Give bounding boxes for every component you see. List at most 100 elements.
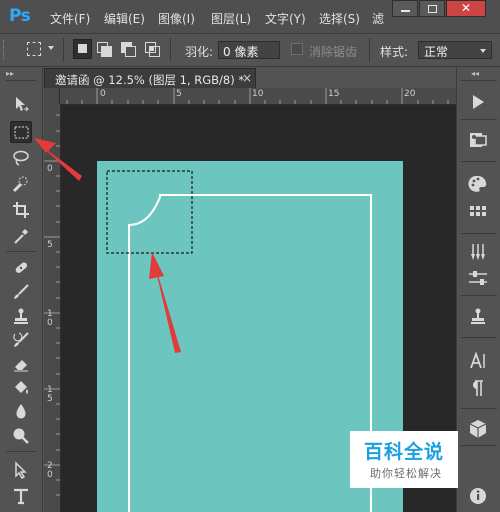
style-label: 样式: bbox=[380, 45, 409, 59]
divider bbox=[461, 119, 497, 120]
lasso-icon bbox=[13, 150, 29, 166]
feather-value: 0 像素 bbox=[223, 45, 259, 59]
ruler-label: 10 bbox=[252, 89, 264, 99]
style-select[interactable]: 正常 bbox=[418, 41, 492, 59]
quick-select-tool[interactable] bbox=[10, 173, 32, 195]
divider bbox=[6, 451, 36, 452]
history-brush-tool[interactable] bbox=[10, 329, 32, 351]
watermark-subtitle: 助你轻松解决 bbox=[370, 467, 442, 480]
divider bbox=[369, 38, 370, 62]
info-icon bbox=[470, 488, 486, 504]
close-tab-icon[interactable]: × bbox=[242, 71, 252, 85]
divider bbox=[63, 38, 64, 62]
eraser-icon bbox=[14, 360, 28, 372]
add-selection-button[interactable] bbox=[97, 42, 112, 57]
clone-stamp-tool[interactable] bbox=[10, 305, 32, 327]
clone-source-panel-button[interactable] bbox=[466, 307, 490, 329]
feather-input[interactable]: 0 像素 bbox=[218, 41, 280, 59]
3d-icon bbox=[469, 420, 487, 438]
menu-image[interactable]: 图像(I) bbox=[158, 10, 195, 27]
menu-filter[interactable]: 滤 bbox=[372, 10, 384, 27]
collapse-icon[interactable]: ▸▸ bbox=[6, 69, 14, 78]
brushes-icon bbox=[471, 244, 485, 260]
character-panel-button[interactable] bbox=[466, 350, 490, 372]
healing-brush-tool[interactable] bbox=[10, 257, 32, 279]
crop-tool[interactable] bbox=[10, 199, 32, 221]
marquee-icon bbox=[14, 126, 29, 139]
move-icon bbox=[16, 97, 29, 112]
swatches-icon bbox=[470, 206, 486, 216]
divider bbox=[461, 80, 497, 81]
lasso-tool[interactable] bbox=[10, 147, 32, 169]
style-value: 正常 bbox=[424, 45, 449, 59]
ruler-label: 1 0 bbox=[47, 309, 53, 328]
restore-button[interactable] bbox=[419, 0, 445, 17]
grip-handle[interactable] bbox=[3, 40, 8, 60]
minimize-button[interactable] bbox=[392, 0, 418, 17]
blur-tool[interactable] bbox=[10, 401, 32, 423]
dodge-icon bbox=[13, 428, 29, 444]
brushes-panel-button[interactable] bbox=[466, 241, 490, 263]
paint-bucket-tool[interactable] bbox=[10, 377, 32, 399]
watermark-logo: 百科全说 助你轻松解决 bbox=[350, 431, 458, 488]
new-selection-button[interactable] bbox=[73, 39, 92, 59]
antialias-checkbox[interactable] bbox=[291, 43, 303, 55]
collapse-icon[interactable]: ◂◂ bbox=[471, 69, 479, 78]
menu-edit[interactable]: 编辑(E) bbox=[104, 10, 145, 27]
play-icon bbox=[473, 95, 484, 109]
divider bbox=[6, 251, 36, 252]
info-panel-button[interactable] bbox=[466, 485, 490, 507]
marquee-selection bbox=[106, 170, 193, 254]
menu-select[interactable]: 选择(S) bbox=[319, 10, 360, 27]
ruler-origin[interactable] bbox=[44, 88, 60, 104]
menu-layer[interactable]: 图层(L) bbox=[211, 10, 251, 27]
type-icon bbox=[14, 488, 28, 505]
divider bbox=[461, 161, 497, 162]
menu-bar: Ps 文件(F) 编辑(E) 图像(I) 图层(L) 文字(Y) 选择(S) 滤… bbox=[0, 0, 500, 34]
path-select-tool[interactable] bbox=[10, 459, 32, 481]
path-select-icon bbox=[15, 461, 27, 479]
ruler-label: 15 bbox=[328, 89, 340, 99]
stamp-icon bbox=[14, 308, 28, 324]
marquee-tool[interactable] bbox=[10, 121, 32, 143]
menu-file[interactable]: 文件(F) bbox=[50, 10, 90, 27]
eyedropper-tool[interactable] bbox=[10, 225, 32, 247]
divider bbox=[461, 295, 497, 296]
chevron-down-icon bbox=[480, 49, 486, 53]
3d-panel-button[interactable] bbox=[466, 418, 490, 440]
vertical-ruler[interactable]: 0 5 1 0 1 5 2 0 bbox=[44, 104, 61, 512]
type-tool[interactable] bbox=[10, 485, 32, 507]
divider bbox=[461, 408, 497, 409]
horizontal-ruler[interactable]: 0 5 10 15 20 bbox=[44, 88, 456, 105]
history-brush-icon bbox=[13, 332, 29, 347]
divider bbox=[461, 233, 497, 234]
divider bbox=[6, 80, 36, 81]
healing-brush-icon bbox=[15, 262, 28, 273]
ruler-label: 1 5 bbox=[47, 385, 53, 404]
dodge-tool[interactable] bbox=[10, 425, 32, 447]
brush-tool[interactable] bbox=[10, 281, 32, 303]
close-button[interactable]: ✕ bbox=[446, 0, 486, 17]
blur-icon bbox=[16, 404, 26, 419]
layer-comps-panel-button[interactable] bbox=[466, 129, 490, 151]
marquee-preset-icon[interactable] bbox=[27, 42, 41, 56]
new-selection-icon bbox=[78, 44, 87, 53]
intersect-selection-button[interactable] bbox=[145, 42, 160, 57]
move-tool[interactable] bbox=[10, 93, 32, 115]
paragraph-panel-button[interactable] bbox=[466, 377, 490, 399]
watermark-title: 百科全说 bbox=[364, 441, 445, 463]
subtract-selection-button[interactable] bbox=[121, 42, 136, 57]
color-panel-button[interactable] bbox=[466, 173, 490, 195]
actions-panel-button[interactable] bbox=[466, 91, 490, 113]
chevron-down-icon[interactable] bbox=[48, 46, 54, 50]
document-tab[interactable]: 邀请函 @ 12.5% (图层 1, RGB/8) * × bbox=[44, 68, 256, 88]
eraser-tool[interactable] bbox=[10, 353, 32, 375]
menu-type[interactable]: 文字(Y) bbox=[265, 10, 306, 27]
minimize-icon bbox=[401, 10, 410, 12]
ruler-label: 0 bbox=[47, 164, 53, 174]
ruler-label: 20 bbox=[404, 89, 416, 99]
eyedropper-icon bbox=[14, 229, 28, 244]
quick-select-icon bbox=[12, 176, 28, 193]
swatches-panel-button[interactable] bbox=[466, 201, 490, 223]
brush-presets-panel-button[interactable] bbox=[466, 267, 490, 289]
